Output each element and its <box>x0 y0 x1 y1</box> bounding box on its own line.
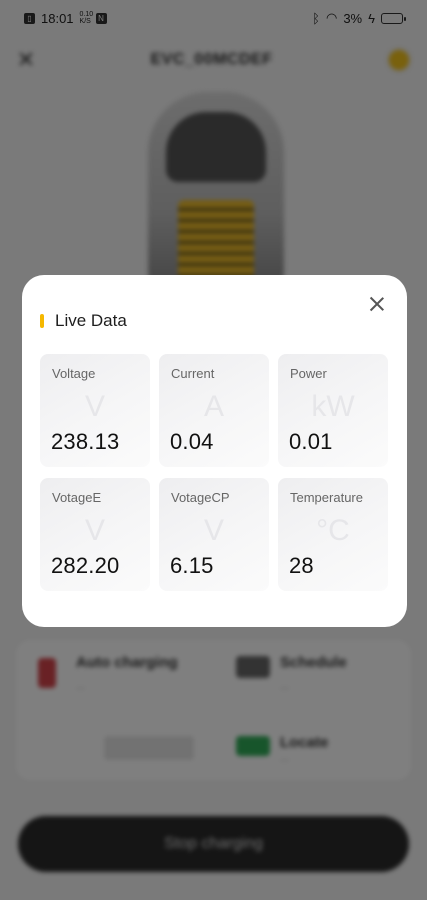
tile-unit: V <box>84 514 105 547</box>
tile-voltage: Voltage V 238.13 <box>40 354 150 467</box>
tile-unit: V <box>203 514 224 547</box>
tile-label: Power <box>290 366 327 381</box>
tile-label: VotageCP <box>171 490 230 505</box>
tile-current: Current A 0.04 <box>159 354 269 467</box>
tile-unit: kW <box>311 390 355 423</box>
live-data-grid: Voltage V 238.13 Current A 0.04 Power kW… <box>40 354 389 591</box>
title-accent-bar <box>40 314 44 328</box>
tile-unit: A <box>203 390 224 423</box>
tile-unit: °C <box>316 514 350 547</box>
close-icon[interactable] <box>365 292 389 316</box>
dialog-header: Live Data <box>40 311 127 331</box>
tile-voltage-cp: VotageCP V 6.15 <box>159 478 269 591</box>
tile-value: 0.04 <box>170 429 214 454</box>
tile-label: Voltage <box>52 366 96 381</box>
tile-value: 28 <box>289 553 314 578</box>
tile-value: 238.13 <box>51 429 120 454</box>
tile-label: VotageE <box>52 490 102 505</box>
tile-power: Power kW 0.01 <box>278 354 388 467</box>
dialog-title: Live Data <box>55 311 127 330</box>
tile-label: Temperature <box>290 490 363 505</box>
tile-voltage-e: VotageE V 282.20 <box>40 478 150 591</box>
tile-temperature: Temperature °C 28 <box>278 478 388 591</box>
tile-label: Current <box>171 366 215 381</box>
live-data-dialog: Live Data Voltage V 238.13 Current A 0.0… <box>22 275 407 627</box>
tile-unit: V <box>84 390 105 423</box>
tile-value: 282.20 <box>51 553 120 578</box>
tile-value: 0.01 <box>289 429 333 454</box>
tile-value: 6.15 <box>170 553 214 578</box>
